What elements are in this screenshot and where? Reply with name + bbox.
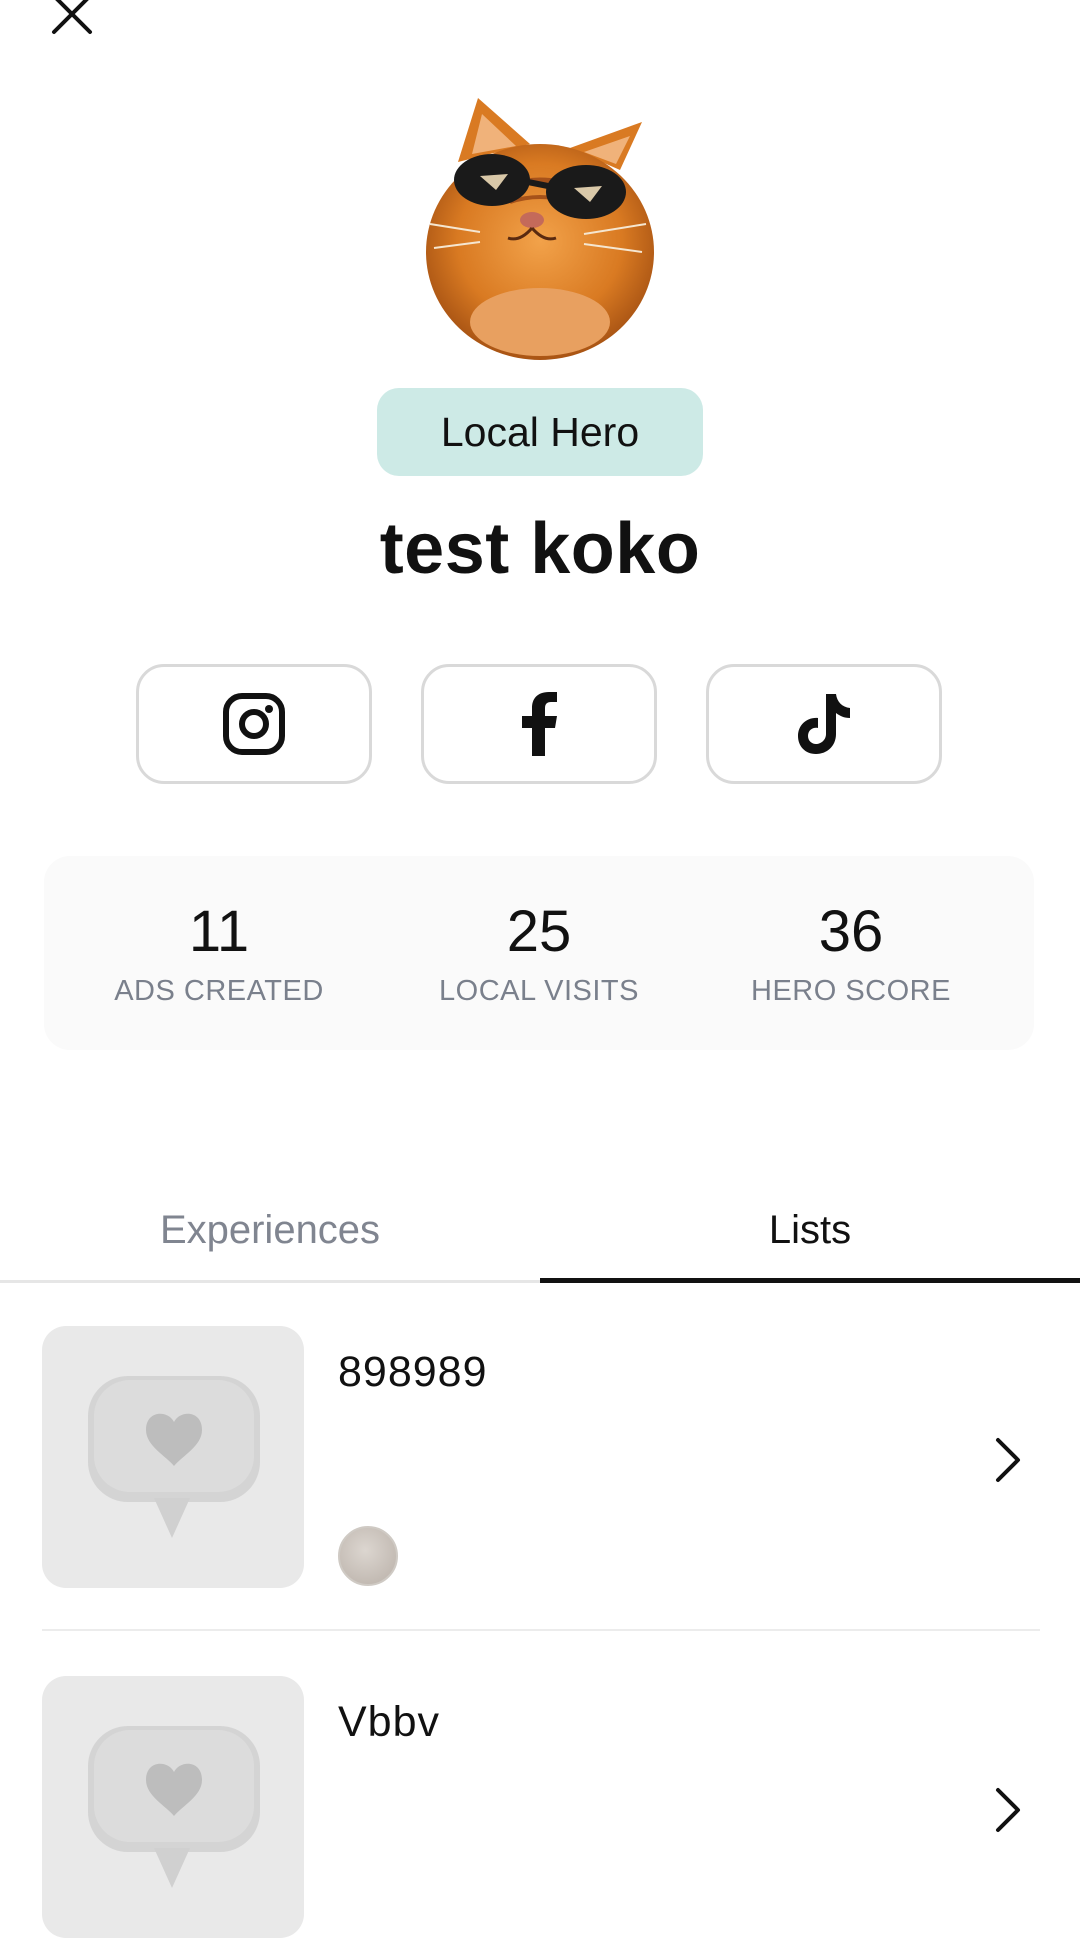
- profile-name: test koko: [379, 509, 701, 589]
- close-icon: [52, 0, 92, 34]
- stat-value: 36: [818, 899, 884, 964]
- stats-panel: 11 ADS CREATED 25 LOCAL VISITS 36 HERO S…: [44, 856, 1034, 1050]
- stat-label: ADS CREATED: [114, 975, 324, 1007]
- list-title: 898989: [338, 1348, 488, 1396]
- tiktok-icon: [798, 694, 850, 754]
- list-item[interactable]: 898989: [0, 1326, 1080, 1596]
- cat-with-sunglasses-avatar: [426, 98, 654, 360]
- stat-label: HERO SCORE: [751, 975, 951, 1007]
- avatar: [338, 1526, 398, 1586]
- tab-experiences[interactable]: Experiences: [0, 1180, 540, 1280]
- heart-speech-bubble-icon: [88, 1376, 260, 1538]
- tab-active-indicator: [540, 1278, 1080, 1283]
- profile-tabs: Experiences Lists: [0, 1180, 1080, 1283]
- stat-label: LOCAL VISITS: [439, 975, 639, 1007]
- heart-speech-bubble-icon: [88, 1726, 260, 1888]
- list-thumbnail: [42, 1326, 304, 1588]
- tiktok-button[interactable]: [706, 664, 942, 784]
- stat-value: 25: [506, 899, 572, 964]
- chevron-right-icon[interactable]: [990, 1432, 1026, 1488]
- instagram-button[interactable]: [136, 664, 372, 784]
- list-title: Vbbv: [338, 1698, 441, 1746]
- list-item[interactable]: Vbbv: [0, 1676, 1080, 1946]
- tab-lists[interactable]: Lists: [540, 1180, 1080, 1280]
- facebook-button[interactable]: [421, 664, 657, 784]
- stat-value: 11: [188, 899, 250, 964]
- stat-local-visits: 25 LOCAL VISITS: [374, 856, 704, 1008]
- instagram-icon: [223, 693, 285, 755]
- close-button[interactable]: [44, 0, 100, 42]
- profile-avatar: [420, 92, 660, 362]
- facebook-icon: [522, 692, 557, 756]
- list-divider: [42, 1629, 1040, 1631]
- stat-ads-created: 11 ADS CREATED: [54, 856, 384, 1008]
- social-links: [0, 664, 1080, 788]
- chevron-right-icon[interactable]: [990, 1782, 1026, 1838]
- status-badge: Local Hero: [377, 388, 703, 476]
- list-thumbnail: [42, 1676, 304, 1938]
- stat-hero-score: 36 HERO SCORE: [686, 856, 1016, 1008]
